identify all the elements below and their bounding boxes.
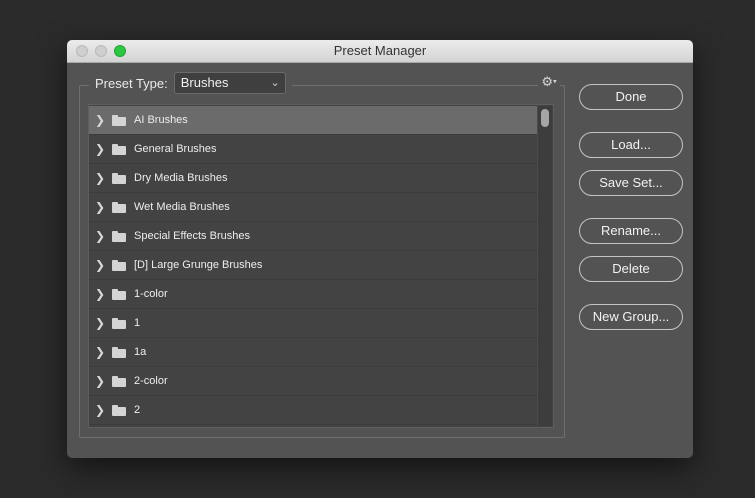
chevron-right-icon[interactable]: ❯: [93, 403, 107, 417]
preset-list[interactable]: ❯ AI Brushes ❯ General Brushes ❯ Dry Med…: [88, 104, 554, 428]
chevron-right-icon[interactable]: ❯: [93, 374, 107, 388]
list-item-label: [D] Large Grunge Brushes: [134, 259, 263, 271]
gear-icon[interactable]: ⚙▾: [538, 74, 560, 90]
folder-icon: [112, 143, 126, 155]
list-item[interactable]: ❯ AI Brushes: [89, 106, 537, 135]
folder-icon: [112, 404, 126, 416]
list-scrollbar[interactable]: [537, 106, 552, 426]
chevron-right-icon[interactable]: ❯: [93, 113, 107, 127]
chevron-right-icon[interactable]: ❯: [93, 287, 107, 301]
list-item[interactable]: ❯ Dry Media Brushes: [89, 164, 537, 193]
folder-icon: [112, 375, 126, 387]
save-set-button[interactable]: Save Set...: [579, 170, 683, 196]
folder-icon: [112, 259, 126, 271]
chevron-right-icon[interactable]: ❯: [93, 200, 107, 214]
chevron-right-icon[interactable]: ❯: [93, 171, 107, 185]
list-item-label: General Brushes: [134, 143, 217, 155]
load-button[interactable]: Load...: [579, 132, 683, 158]
list-item-label: Dry Media Brushes: [134, 172, 228, 184]
list-item[interactable]: ❯ [D] Large Grunge Brushes: [89, 251, 537, 280]
folder-icon: [112, 346, 126, 358]
list-item-label: 1: [134, 317, 141, 329]
list-item-label: 1-color: [134, 288, 168, 300]
chevron-right-icon[interactable]: ❯: [93, 142, 107, 156]
folder-icon: [112, 172, 126, 184]
list-item-label: 2: [134, 404, 141, 416]
list-item[interactable]: ❯ Special Effects Brushes: [89, 222, 537, 251]
folder-icon: [112, 114, 126, 126]
list-item[interactable]: ❯ 1-color: [89, 280, 537, 309]
chevron-right-icon[interactable]: ❯: [93, 316, 107, 330]
preset-list-rows: ❯ AI Brushes ❯ General Brushes ❯ Dry Med…: [89, 106, 537, 425]
chevron-right-icon[interactable]: ❯: [93, 229, 107, 243]
list-item-label: Wet Media Brushes: [134, 201, 230, 213]
preset-manager-dialog: Preset Manager Preset Type: Brushes ⌄ ⚙▾…: [67, 40, 693, 458]
folder-icon: [112, 230, 126, 242]
done-button[interactable]: Done: [579, 84, 683, 110]
chevron-right-icon[interactable]: ❯: [93, 345, 107, 359]
folder-icon: [112, 288, 126, 300]
list-item[interactable]: ❯ 2-color: [89, 367, 537, 396]
new-group-button[interactable]: New Group...: [579, 304, 683, 330]
folder-icon: [112, 317, 126, 329]
list-item-label: AI Brushes: [134, 114, 188, 126]
preset-type-select[interactable]: Brushes ⌄: [173, 72, 286, 94]
list-item[interactable]: ❯ General Brushes: [89, 135, 537, 164]
delete-button[interactable]: Delete: [579, 256, 683, 282]
list-item-label: 1a: [134, 346, 147, 358]
list-item[interactable]: ❯ 1: [89, 309, 537, 338]
list-item[interactable]: ❯ 1a: [89, 338, 537, 367]
preset-type-label: Preset Type:: [95, 75, 168, 91]
window-title: Preset Manager: [333, 43, 427, 58]
preset-type-value: Brushes: [180, 75, 229, 90]
scrollbar-thumb[interactable]: [541, 109, 549, 127]
title-bar[interactable]: Preset Manager: [67, 40, 693, 63]
list-item[interactable]: ❯ Wet Media Brushes: [89, 193, 537, 222]
chevron-down-icon: ⌄: [270, 77, 280, 89]
list-item-label: Special Effects Brushes: [134, 230, 250, 242]
rename-button[interactable]: Rename...: [579, 218, 683, 244]
chevron-right-icon[interactable]: ❯: [93, 258, 107, 272]
list-item-label: 2-color: [134, 375, 168, 387]
preset-type-row: Preset Type: Brushes ⌄: [89, 72, 292, 94]
list-item[interactable]: ❯ 2: [89, 396, 537, 425]
folder-icon: [112, 201, 126, 213]
